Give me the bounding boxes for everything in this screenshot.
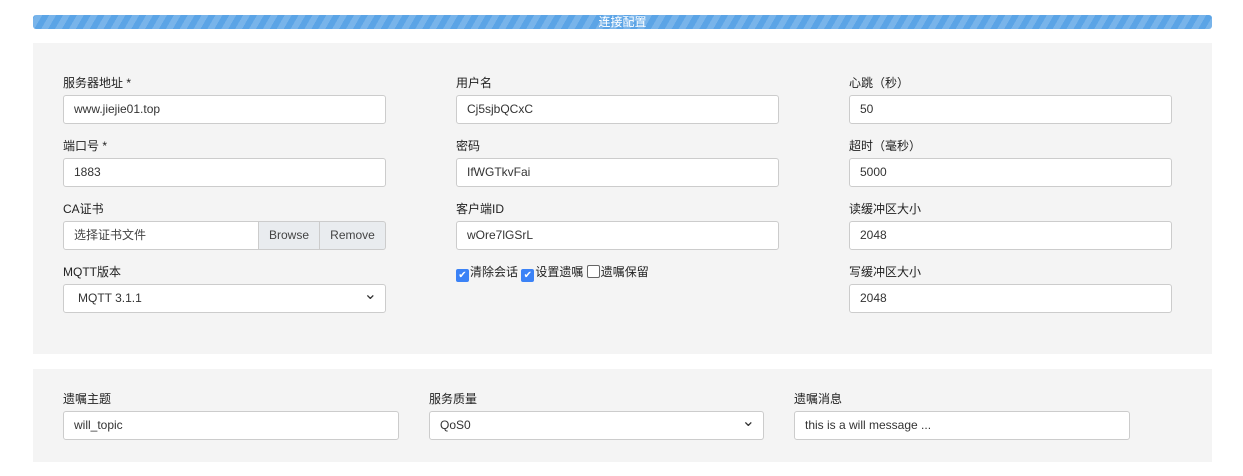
- host-label: 服务器地址 *: [63, 76, 132, 90]
- read-buffer-input[interactable]: 2048: [849, 221, 1172, 250]
- clean-session-label: 清除会话: [470, 265, 519, 279]
- timeout-input[interactable]: 5000: [849, 158, 1172, 187]
- will-message-textarea[interactable]: this is a will message ...: [794, 411, 1130, 440]
- check-icon[interactable]: ✔: [456, 269, 469, 282]
- password-input[interactable]: IfWGTkvFai: [456, 158, 779, 187]
- keepalive-label: 心跳（秒）: [849, 76, 910, 90]
- set-will-label: 设置遗嘱: [535, 265, 584, 279]
- client-id-input[interactable]: wOre7lGSrL: [456, 221, 779, 250]
- qos-select[interactable]: QoS0: [429, 411, 764, 440]
- will-topic-label: 遗嘱主题: [63, 392, 112, 406]
- section-title: 连接配置: [598, 15, 647, 29]
- set-will-checkbox[interactable]: ✔ 设置遗嘱: [521, 265, 584, 282]
- checkbox-group: ✔ 清除会话 ✔ 设置遗嘱 遗嘱保留: [456, 263, 649, 282]
- ca-file-input[interactable]: 选择证书文件 Browse Remove: [63, 221, 386, 250]
- username-label: 用户名: [456, 76, 493, 90]
- write-buffer-input[interactable]: 2048: [849, 284, 1172, 313]
- will-message-label: 遗嘱消息: [794, 392, 843, 406]
- check-icon[interactable]: ✔: [521, 269, 535, 282]
- clean-session-checkbox[interactable]: ✔ 清除会话: [456, 265, 519, 282]
- username-input[interactable]: Cj5sjbQCxC: [456, 95, 779, 124]
- read-buffer-label: 读缓冲区大小: [849, 202, 922, 216]
- unchecked-box-icon[interactable]: [586, 265, 600, 278]
- will-retain-checkbox[interactable]: 遗嘱保留: [586, 265, 649, 279]
- qos-label: 服务质量: [429, 392, 478, 406]
- ca-file-placeholder[interactable]: 选择证书文件: [63, 221, 263, 250]
- write-buffer-label: 写缓冲区大小: [849, 265, 922, 279]
- mqtt-version-label: MQTT版本: [63, 265, 121, 279]
- will-topic-input[interactable]: will_topic: [63, 411, 399, 440]
- connection-panel: 服务器地址 * www.jiejie01.top 端口号 * 1883 CA证书…: [33, 43, 1212, 354]
- will-panel: 遗嘱主题 will_topic 服务质量 QoS0 遗嘱消息 this is a…: [33, 369, 1212, 462]
- browse-button[interactable]: Browse: [258, 221, 320, 250]
- port-input[interactable]: 1883: [63, 158, 386, 187]
- port-label: 端口号 *: [63, 139, 108, 153]
- ca-label: CA证书: [63, 202, 104, 216]
- section-header-bar: 连接配置: [33, 15, 1212, 29]
- host-input[interactable]: www.jiejie01.top: [63, 95, 386, 124]
- remove-button[interactable]: Remove: [319, 221, 386, 250]
- keepalive-input[interactable]: 50: [849, 95, 1172, 124]
- mqtt-version-select[interactable]: MQTT 3.1.1: [63, 284, 386, 313]
- timeout-label: 超时（毫秒）: [849, 139, 922, 153]
- client-id-label: 客户端ID: [456, 202, 505, 216]
- will-retain-label: 遗嘱保留: [600, 265, 649, 279]
- password-label: 密码: [456, 139, 481, 153]
